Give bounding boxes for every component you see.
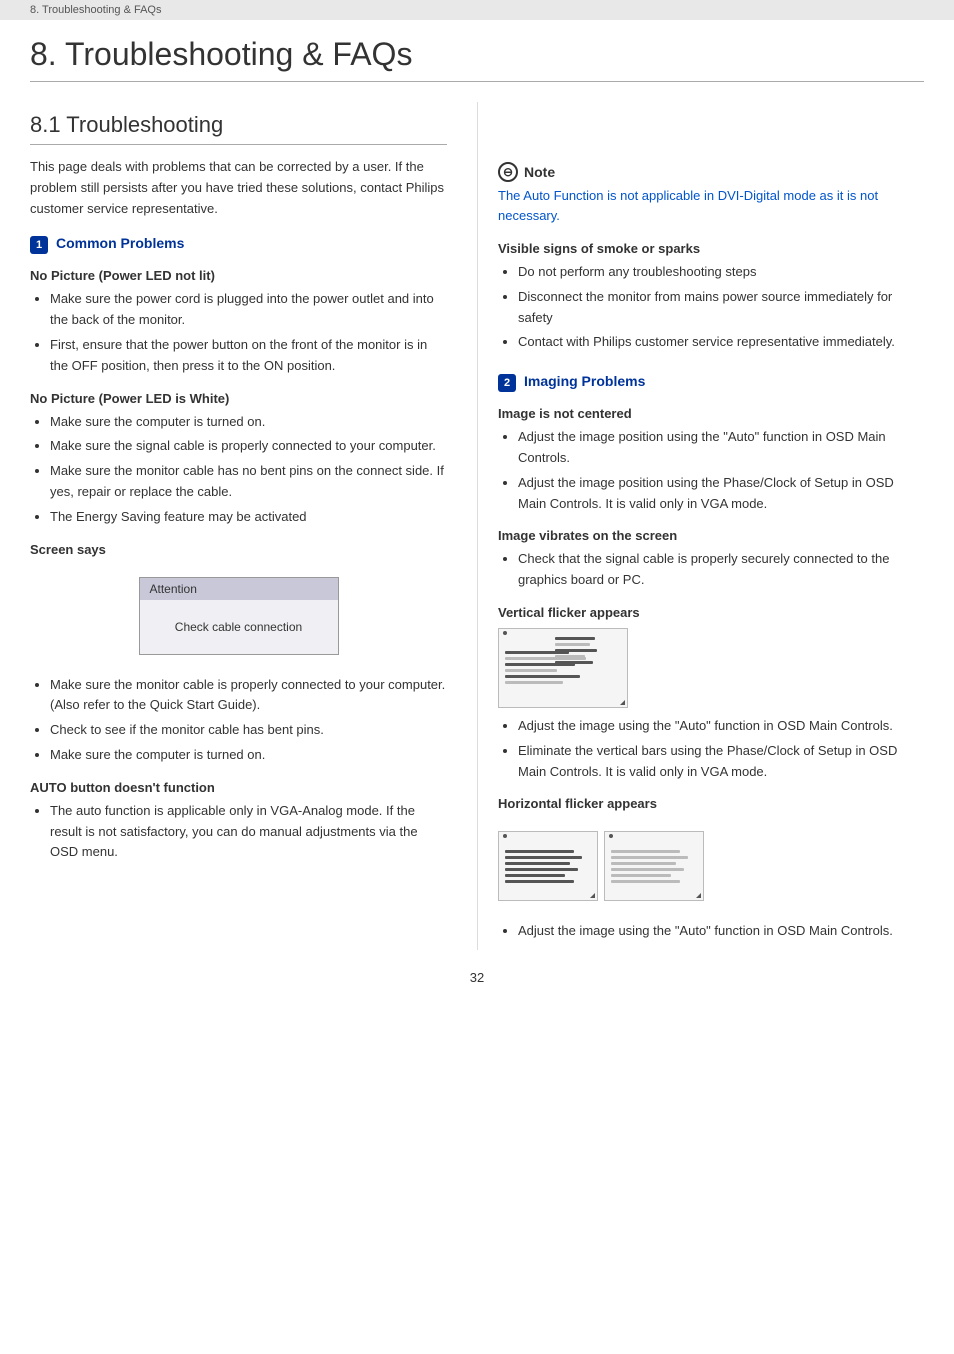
vertical-flicker-list: Adjust the image using the "Auto" functi…	[498, 716, 924, 782]
right-column: ⊖ Note The Auto Function is not applicab…	[477, 102, 924, 950]
vertical-flicker-image	[498, 628, 628, 708]
section-8-1-title: 8.1 Troubleshooting	[30, 112, 447, 145]
intro-text: This page deals with problems that can b…	[30, 157, 447, 219]
list-item: The auto function is applicable only in …	[50, 801, 447, 863]
list-item: First, ensure that the power button on t…	[50, 335, 447, 377]
common-problems-section: 1 Common Problems	[30, 235, 447, 254]
imaging-problems-section: 2 Imaging Problems	[498, 373, 924, 392]
horizontal-flicker-image-1	[498, 831, 598, 901]
subsection-image-not-centered: Image is not centered	[498, 406, 924, 421]
subsection-no-picture-no-led: No Picture (Power LED not lit)	[30, 268, 447, 283]
image-not-centered-list: Adjust the image position using the "Aut…	[498, 427, 924, 514]
breadcrumb: 8. Troubleshooting & FAQs	[0, 0, 954, 20]
subsection-vertical-flicker: Vertical flicker appears	[498, 605, 924, 620]
common-problems-heading: Common Problems	[56, 235, 184, 251]
list-item: Adjust the image position using the "Aut…	[518, 427, 924, 469]
list-item: Make sure the power cord is plugged into…	[50, 289, 447, 331]
note-title: ⊖ Note	[498, 162, 924, 182]
list-item: Do not perform any troubleshooting steps	[518, 262, 924, 283]
auto-button-list: The auto function is applicable only in …	[30, 801, 447, 863]
list-item: Make sure the computer is turned on.	[50, 745, 447, 766]
horizontal-flicker-images	[498, 821, 924, 911]
subsection-image-vibrates: Image vibrates on the screen	[498, 528, 924, 543]
subsection-no-picture-white-led: No Picture (Power LED is White)	[30, 391, 447, 406]
list-item: Adjust the image using the "Auto" functi…	[518, 716, 924, 737]
note-box: ⊖ Note The Auto Function is not applicab…	[498, 162, 924, 225]
screen-says-body: Check cable connection	[140, 600, 338, 654]
subsection-horizontal-flicker: Horizontal flicker appears	[498, 796, 924, 811]
subsection-smoke-sparks: Visible signs of smoke or sparks	[498, 241, 924, 256]
subsection-auto-button: AUTO button doesn't function	[30, 780, 447, 795]
imaging-problems-heading: Imaging Problems	[524, 373, 645, 389]
left-column: 8.1 Troubleshooting This page deals with…	[30, 102, 477, 950]
list-item: The Energy Saving feature may be activat…	[50, 507, 447, 528]
screen-says-header: Attention	[140, 578, 338, 600]
no-picture-white-led-list: Make sure the computer is turned on. Mak…	[30, 412, 447, 528]
screen-says-list: Make sure the monitor cable is properly …	[30, 675, 447, 766]
list-item: Contact with Philips customer service re…	[518, 332, 924, 353]
list-item: Make sure the monitor cable has no bent …	[50, 461, 447, 503]
list-item: Make sure the signal cable is properly c…	[50, 436, 447, 457]
list-item: Adjust the image using the "Auto" functi…	[518, 921, 924, 942]
smoke-sparks-list: Do not perform any troubleshooting steps…	[498, 262, 924, 353]
list-item: Check that the signal cable is properly …	[518, 549, 924, 591]
imaging-problems-badge: 2	[498, 374, 516, 392]
main-title: 8. Troubleshooting & FAQs	[30, 36, 924, 82]
common-problems-badge: 1	[30, 236, 48, 254]
list-item: Disconnect the monitor from mains power …	[518, 287, 924, 329]
list-item: Adjust the image position using the Phas…	[518, 473, 924, 515]
no-picture-no-led-list: Make sure the power cord is plugged into…	[30, 289, 447, 376]
note-text: The Auto Function is not applicable in D…	[498, 186, 924, 225]
note-label: Note	[524, 164, 555, 180]
list-item: Make sure the computer is turned on.	[50, 412, 447, 433]
horizontal-flicker-image-2	[604, 831, 704, 901]
page-number: 32	[0, 950, 954, 995]
list-item: Make sure the monitor cable is properly …	[50, 675, 447, 717]
horizontal-flicker-list: Adjust the image using the "Auto" functi…	[498, 921, 924, 942]
subsection-screen-says: Screen says	[30, 542, 447, 557]
note-icon: ⊖	[498, 162, 518, 182]
list-item: Eliminate the vertical bars using the Ph…	[518, 741, 924, 783]
page: 8. Troubleshooting & FAQs 8. Troubleshoo…	[0, 0, 954, 1354]
image-vibrates-list: Check that the signal cable is properly …	[498, 549, 924, 591]
screen-says-dialog: Attention Check cable connection	[139, 577, 339, 655]
list-item: Check to see if the monitor cable has be…	[50, 720, 447, 741]
